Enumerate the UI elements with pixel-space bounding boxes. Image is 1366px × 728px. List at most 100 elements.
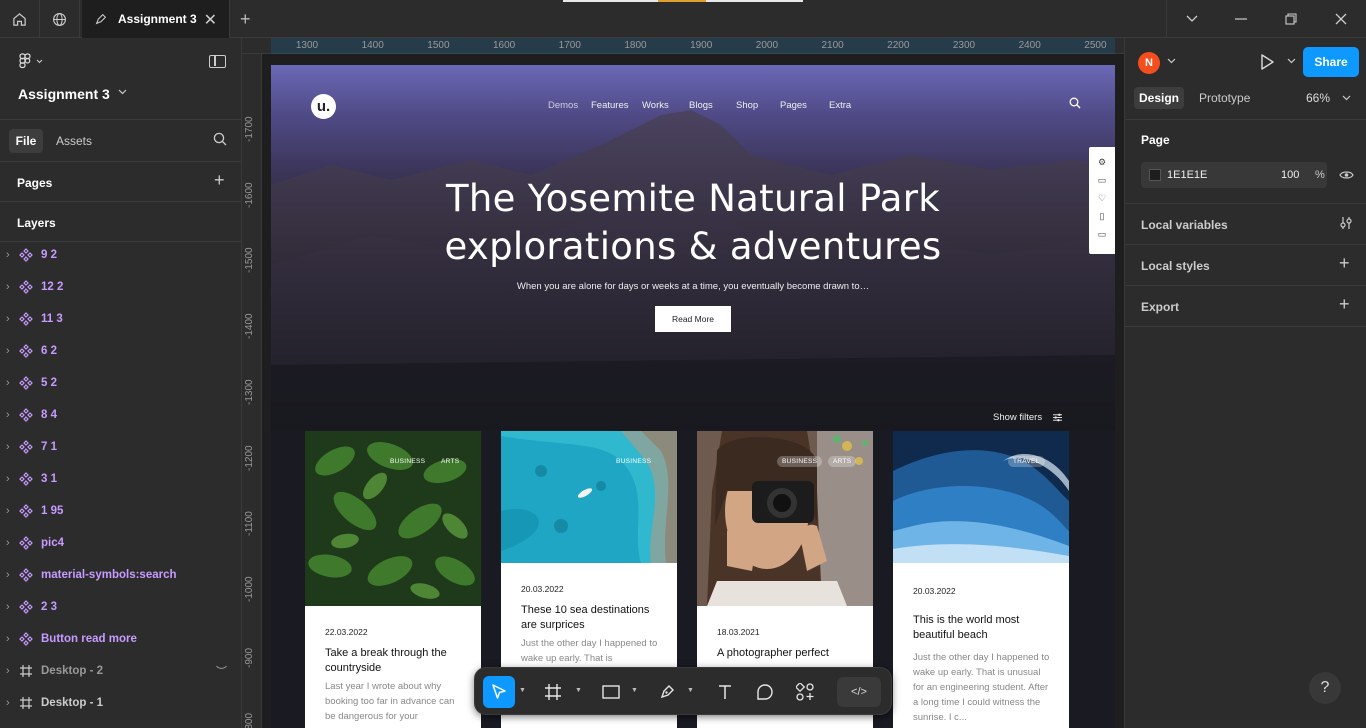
nav-item-shop[interactable]: Shop: [736, 100, 758, 111]
home-icon[interactable]: [0, 0, 40, 38]
add-export-icon[interactable]: +: [1339, 294, 1350, 315]
layer-item[interactable]: › pic4: [0, 527, 242, 559]
expand-chevron-icon[interactable]: ›: [6, 345, 10, 357]
variables-settings-icon[interactable]: [1339, 216, 1353, 233]
comment-icon[interactable]: ▭: [1097, 175, 1107, 185]
expand-chevron-icon[interactable]: ›: [6, 665, 10, 677]
document-icon[interactable]: ▯: [1097, 211, 1107, 221]
add-page-icon[interactable]: +: [214, 170, 225, 191]
site-logo[interactable]: u.: [311, 94, 336, 119]
layer-item[interactable]: › material-symbols:search: [0, 559, 242, 591]
local-variables-label[interactable]: Local variables: [1141, 218, 1228, 232]
site-search-icon[interactable]: [1069, 97, 1081, 109]
layer-item[interactable]: › Button read more: [0, 623, 242, 655]
file-menu-chevron-icon[interactable]: [118, 87, 127, 98]
shape-tool-chevron-icon[interactable]: ▼: [631, 687, 638, 694]
share-button[interactable]: Share: [1303, 47, 1359, 77]
restore-button[interactable]: [1266, 0, 1316, 38]
text-tool-icon[interactable]: [709, 676, 741, 708]
card-tag[interactable]: ARTS: [828, 456, 857, 467]
layer-item[interactable]: › 3 1: [0, 463, 242, 495]
card-tag[interactable]: BUSINESS: [777, 456, 823, 467]
toggle-sidebar-icon[interactable]: [209, 55, 226, 68]
add-style-icon[interactable]: +: [1339, 253, 1350, 274]
expand-chevron-icon[interactable]: ›: [6, 569, 10, 581]
pen-tool-icon[interactable]: [651, 676, 683, 708]
globe-icon[interactable]: [40, 0, 80, 38]
blog-card[interactable]: BUSINESS ARTS 22.03.2022 Take a break th…: [305, 431, 481, 728]
page-color-field[interactable]: 1E1E1E 100 %: [1141, 162, 1327, 188]
layer-item[interactable]: › 11 3: [0, 303, 242, 335]
blog-card[interactable]: TRAVEL 20.03.2022 This is the world most…: [893, 431, 1069, 728]
shape-tool-icon[interactable]: [595, 676, 627, 708]
present-chevron-icon[interactable]: [1287, 56, 1296, 66]
card-title[interactable]: These 10 sea destinations are surprices: [521, 603, 661, 633]
layer-item[interactable]: › 1 95: [0, 495, 242, 527]
expand-chevron-icon[interactable]: ›: [6, 601, 10, 613]
expand-chevron-icon[interactable]: ›: [6, 281, 10, 293]
card-tag[interactable]: TRAVEL: [1008, 456, 1045, 467]
page-color-swatch[interactable]: [1149, 169, 1161, 181]
pen-tool-chevron-icon[interactable]: ▼: [687, 687, 694, 694]
avatar-chevron-icon[interactable]: [1167, 56, 1176, 66]
move-tool-icon[interactable]: [483, 676, 515, 708]
desktop-frame[interactable]: u. Demos Features Works Blogs Shop Pages…: [271, 65, 1115, 728]
card-tag[interactable]: BUSINESS: [385, 456, 430, 467]
avatar[interactable]: N: [1138, 52, 1160, 74]
hero-section[interactable]: u. Demos Features Works Blogs Shop Pages…: [271, 65, 1115, 430]
expand-chevron-icon[interactable]: ›: [6, 409, 10, 421]
layer-item[interactable]: › 7 1: [0, 431, 242, 463]
zoom-chevron-icon[interactable]: [1342, 93, 1351, 103]
layer-item[interactable]: › 6 2: [0, 335, 242, 367]
comment-tool-icon[interactable]: [749, 676, 781, 708]
close-window-button[interactable]: [1316, 0, 1366, 38]
file-name[interactable]: Assignment 3: [18, 86, 110, 102]
close-tab-icon[interactable]: ✕: [204, 10, 217, 30]
tabs-menu-chevron-icon[interactable]: [1166, 0, 1216, 38]
video-icon[interactable]: ▭: [1097, 229, 1107, 239]
figma-menu-icon[interactable]: [18, 53, 44, 74]
new-tab-button[interactable]: +: [240, 9, 251, 30]
card-title[interactable]: A photographer perfect: [717, 646, 857, 661]
tab-file[interactable]: File: [9, 129, 43, 153]
expand-chevron-icon[interactable]: ›: [6, 473, 10, 485]
layer-item[interactable]: › 2 3: [0, 591, 242, 623]
canvas[interactable]: 1300 1400 1500 1600 1700 1800 1900 2000 2100 2200…: [242, 38, 1124, 728]
layer-item[interactable]: › 9 2: [0, 239, 242, 271]
local-styles-label[interactable]: Local styles: [1141, 259, 1210, 273]
expand-chevron-icon[interactable]: ›: [6, 249, 10, 261]
frame-tool-icon[interactable]: [537, 676, 569, 708]
nav-item-pages[interactable]: Pages: [780, 100, 807, 111]
expand-chevron-icon[interactable]: ›: [6, 377, 10, 389]
expand-chevron-icon[interactable]: ›: [6, 313, 10, 325]
expand-chevron-icon[interactable]: ›: [6, 537, 10, 549]
show-filters-link[interactable]: Show filters: [993, 412, 1042, 423]
nav-item-extra[interactable]: Extra: [829, 100, 851, 111]
visibility-eye-icon[interactable]: [1339, 168, 1354, 183]
expand-chevron-icon[interactable]: ›: [6, 633, 10, 645]
resources-tool-icon[interactable]: [789, 676, 821, 708]
heart-icon[interactable]: ♡: [1097, 193, 1107, 203]
tab-assignment-3[interactable]: Assignment 3 ✕: [82, 0, 230, 38]
dev-mode-toggle[interactable]: </>: [837, 677, 881, 707]
nav-item-features[interactable]: Features: [591, 100, 629, 111]
search-icon[interactable]: [213, 132, 227, 146]
nav-item-works[interactable]: Works: [642, 100, 669, 111]
settings-icon[interactable]: ⚙: [1097, 157, 1107, 167]
nav-item-demos[interactable]: Demos: [548, 100, 578, 111]
card-title[interactable]: Take a break through the countryside: [325, 646, 465, 676]
zoom-level[interactable]: 66%: [1306, 91, 1330, 105]
expand-chevron-icon[interactable]: ›: [6, 505, 10, 517]
help-button[interactable]: ?: [1309, 672, 1341, 704]
card-tag[interactable]: BUSINESS: [611, 456, 656, 467]
card-tag[interactable]: ARTS: [436, 456, 464, 467]
minimize-button[interactable]: [1216, 0, 1266, 38]
page-opacity[interactable]: 100: [1281, 169, 1299, 181]
export-label[interactable]: Export: [1141, 300, 1179, 314]
expand-chevron-icon[interactable]: ›: [6, 441, 10, 453]
card-title[interactable]: This is the world most beautiful beach: [913, 613, 1053, 643]
read-more-button[interactable]: Read More: [655, 306, 731, 332]
move-tool-chevron-icon[interactable]: ▼: [519, 687, 526, 694]
nav-item-blogs[interactable]: Blogs: [689, 100, 713, 111]
expand-chevron-icon[interactable]: ›: [6, 697, 10, 709]
